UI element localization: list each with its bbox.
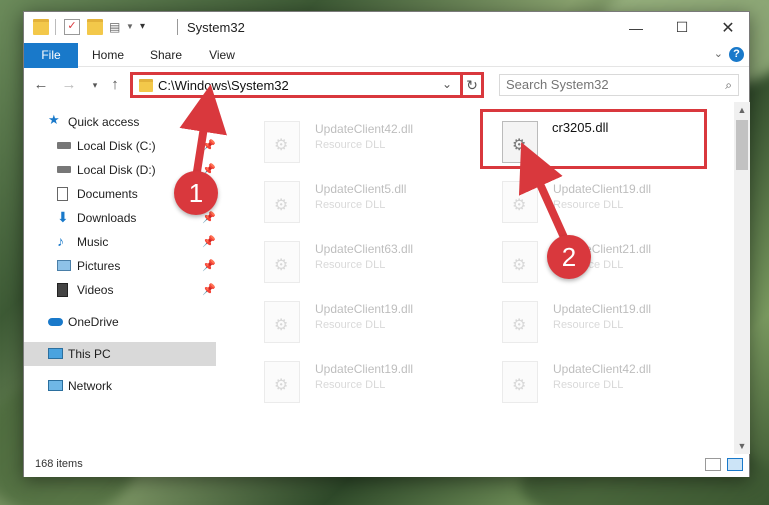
step-1-badge: 1 <box>174 171 218 215</box>
step-2-badge: 2 <box>547 235 591 279</box>
callout-arrow-2 <box>518 142 571 246</box>
callout-arrows <box>179 84 571 246</box>
callout-arrow-1 <box>179 84 227 179</box>
